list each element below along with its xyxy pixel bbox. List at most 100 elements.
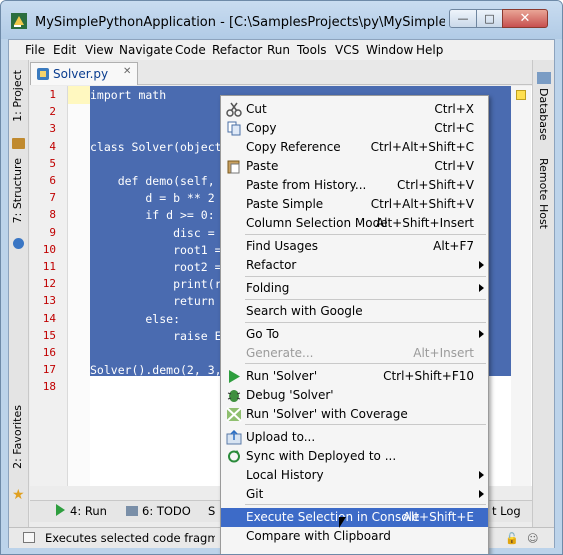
- menu-item-label: Refactor: [246, 258, 297, 272]
- menu-help[interactable]: Help: [416, 43, 443, 57]
- menu-separator: [245, 322, 486, 323]
- menu-navigate[interactable]: Navigate: [119, 43, 173, 57]
- menu-item-label: Compare with Clipboard: [246, 529, 391, 543]
- code-line[interactable]: disc =: [90, 224, 215, 242]
- menu-item-paste[interactable]: Paste Ctrl+V: [221, 157, 488, 176]
- menu-item-shortcut: Alt+Shift+Insert: [375, 216, 474, 230]
- tool-tab-project[interactable]: 1: Project: [11, 70, 24, 122]
- tool-tab-partial[interactable]: S: [208, 504, 215, 518]
- menu-item-upload-to[interactable]: Upload to...: [221, 428, 488, 447]
- status-message: Executes selected code fragment in: [45, 531, 215, 545]
- line-number: 4: [49, 139, 56, 153]
- line-number: 18: [42, 380, 56, 394]
- code-line[interactable]: print(r: [90, 275, 221, 293]
- sync-icon: [226, 449, 242, 464]
- menu-item-folding[interactable]: Folding: [221, 279, 488, 298]
- menu-item-debug-solver[interactable]: Debug 'Solver': [221, 386, 488, 405]
- tool-tab-database[interactable]: Database: [537, 88, 550, 141]
- line-number: 7: [49, 191, 56, 205]
- debug-icon: [226, 388, 242, 403]
- menu-file[interactable]: File: [25, 43, 45, 57]
- menu-item-local-history[interactable]: Local History: [221, 466, 488, 485]
- menu-item-label: Search with Google: [246, 304, 363, 318]
- line-number: 5: [49, 156, 56, 170]
- menu-item-cut[interactable]: Cut Ctrl+X: [221, 100, 488, 119]
- code-line[interactable]: import math: [90, 86, 166, 104]
- line-number: 6: [49, 174, 56, 187]
- menu-item-sync-with-deployed-to[interactable]: Sync with Deployed to ...: [221, 447, 488, 466]
- menu-tools[interactable]: Tools: [297, 43, 327, 57]
- menu-item-compare-with-clipboard[interactable]: Compare with Clipboard: [221, 527, 488, 546]
- line-number: 16: [42, 346, 56, 359]
- code-line[interactable]: return: [90, 292, 215, 310]
- menu-item-copy[interactable]: Copy Ctrl+C: [221, 119, 488, 138]
- code-line[interactable]: def demo(self,: [90, 172, 215, 190]
- status-toggle-icon[interactable]: [23, 532, 35, 543]
- menu-item-shortcut: Ctrl+Shift+F10: [383, 369, 474, 383]
- line-number: 15: [42, 328, 56, 342]
- menu-item-copy-reference[interactable]: Copy Reference Ctrl+Alt+Shift+C: [221, 138, 488, 157]
- code-line[interactable]: d = b ** 2: [90, 189, 214, 207]
- tab-solver-py[interactable]: Solver.py ✕: [30, 62, 138, 85]
- menu-vcs[interactable]: VCS: [335, 43, 359, 57]
- tab-close-icon[interactable]: ✕: [123, 66, 131, 77]
- tool-tab-structure[interactable]: 7: Structure: [11, 158, 24, 223]
- code-line[interactable]: class Solver(object: [90, 138, 222, 156]
- line-gutter: 1 2 3 4 5 6 7 8 9 10 11 12 13 14 15 16 17 18: [30, 86, 68, 486]
- close-button[interactable]: ✕: [502, 9, 548, 28]
- menu-item-shortcut: Alt+Shift+E: [402, 510, 474, 524]
- coverage-icon: [226, 407, 242, 422]
- menu-separator: [245, 234, 486, 235]
- menu-item-paste-from-history[interactable]: Paste from History... Ctrl+Shift+V: [221, 176, 488, 195]
- menu-item-find-usages[interactable]: Find Usages Alt+F7: [221, 237, 488, 256]
- menu-separator: [245, 299, 486, 300]
- menu-window[interactable]: Window: [366, 43, 413, 57]
- tool-tab-remote-host[interactable]: Remote Host: [537, 158, 550, 229]
- menu-item-refactor[interactable]: Refactor: [221, 256, 488, 275]
- menu-edit[interactable]: Edit: [53, 43, 76, 57]
- menu-view[interactable]: View: [85, 43, 113, 57]
- menu-item-search-with-google[interactable]: Search with Google: [221, 302, 488, 321]
- tool-tab-favorites[interactable]: 2: Favorites: [11, 405, 24, 469]
- code-line[interactable]: Solver().demo(2, 3,: [90, 361, 222, 379]
- window-title: MySimplePythonApplication - [C:\SamplesP…: [35, 15, 445, 30]
- code-line[interactable]: if d >= 0:: [90, 206, 214, 224]
- tool-tab-run[interactable]: 4: Run: [70, 504, 107, 518]
- run-tool-icon: [56, 504, 65, 516]
- code-line[interactable]: root2 =: [90, 258, 221, 276]
- code-line[interactable]: root1 =: [90, 241, 221, 259]
- tool-tab-event-log[interactable]: t Log: [492, 504, 521, 518]
- line-number: 8: [49, 208, 56, 222]
- menu-item-label: Sync with Deployed to ...: [246, 449, 397, 463]
- menu-item-run-solver-with-coverage[interactable]: Run 'Solver' with Coverage: [221, 405, 488, 424]
- lock-icon[interactable]: 🔓: [505, 532, 519, 545]
- line-number: 2: [49, 105, 56, 119]
- menu-bar: File Edit View Navigate Code Refactor Ru…: [9, 40, 554, 60]
- menu-item-label: Copy Reference: [246, 140, 341, 154]
- menu-item-generate: Generate... Alt+Insert: [221, 344, 488, 363]
- menu-run[interactable]: Run: [267, 43, 290, 57]
- menu-item-git[interactable]: Git: [221, 485, 488, 504]
- tool-tab-todo[interactable]: 6: TODO: [142, 504, 191, 518]
- menu-item-go-to[interactable]: Go To: [221, 325, 488, 344]
- menu-item-label: Debug 'Solver': [246, 388, 334, 402]
- menu-item-label: Run 'Solver': [246, 369, 318, 383]
- code-line[interactable]: else:: [90, 310, 180, 328]
- editor-marker-strip[interactable]: [511, 86, 531, 486]
- project-folder-icon: [12, 138, 25, 149]
- menu-code[interactable]: Code: [175, 43, 206, 57]
- line-number: 11: [42, 260, 56, 273]
- menu-item-run-solver[interactable]: Run 'Solver' Ctrl+Shift+F10: [221, 367, 488, 386]
- menu-item-execute-selection-in-console[interactable]: Execute Selection in Console Alt+Shift+E: [221, 508, 488, 527]
- maximize-button[interactable]: □: [476, 9, 503, 28]
- code-line[interactable]: raise E: [90, 327, 221, 345]
- menu-separator: [245, 504, 486, 505]
- menu-item-paste-simple[interactable]: Paste Simple Ctrl+Alt+Shift+V: [221, 195, 488, 214]
- minimize-button[interactable]: —: [449, 9, 477, 28]
- menu-separator: [245, 424, 486, 425]
- inspector-icon[interactable]: ☺: [527, 532, 538, 545]
- menu-refactor[interactable]: Refactor: [212, 43, 262, 57]
- fold-gutter: [68, 86, 90, 486]
- menu-item-column-selection-mode[interactable]: Column Selection Mode Alt+Shift+Insert: [221, 214, 488, 233]
- menu-item-shortcut: Ctrl+Alt+Shift+V: [370, 197, 474, 211]
